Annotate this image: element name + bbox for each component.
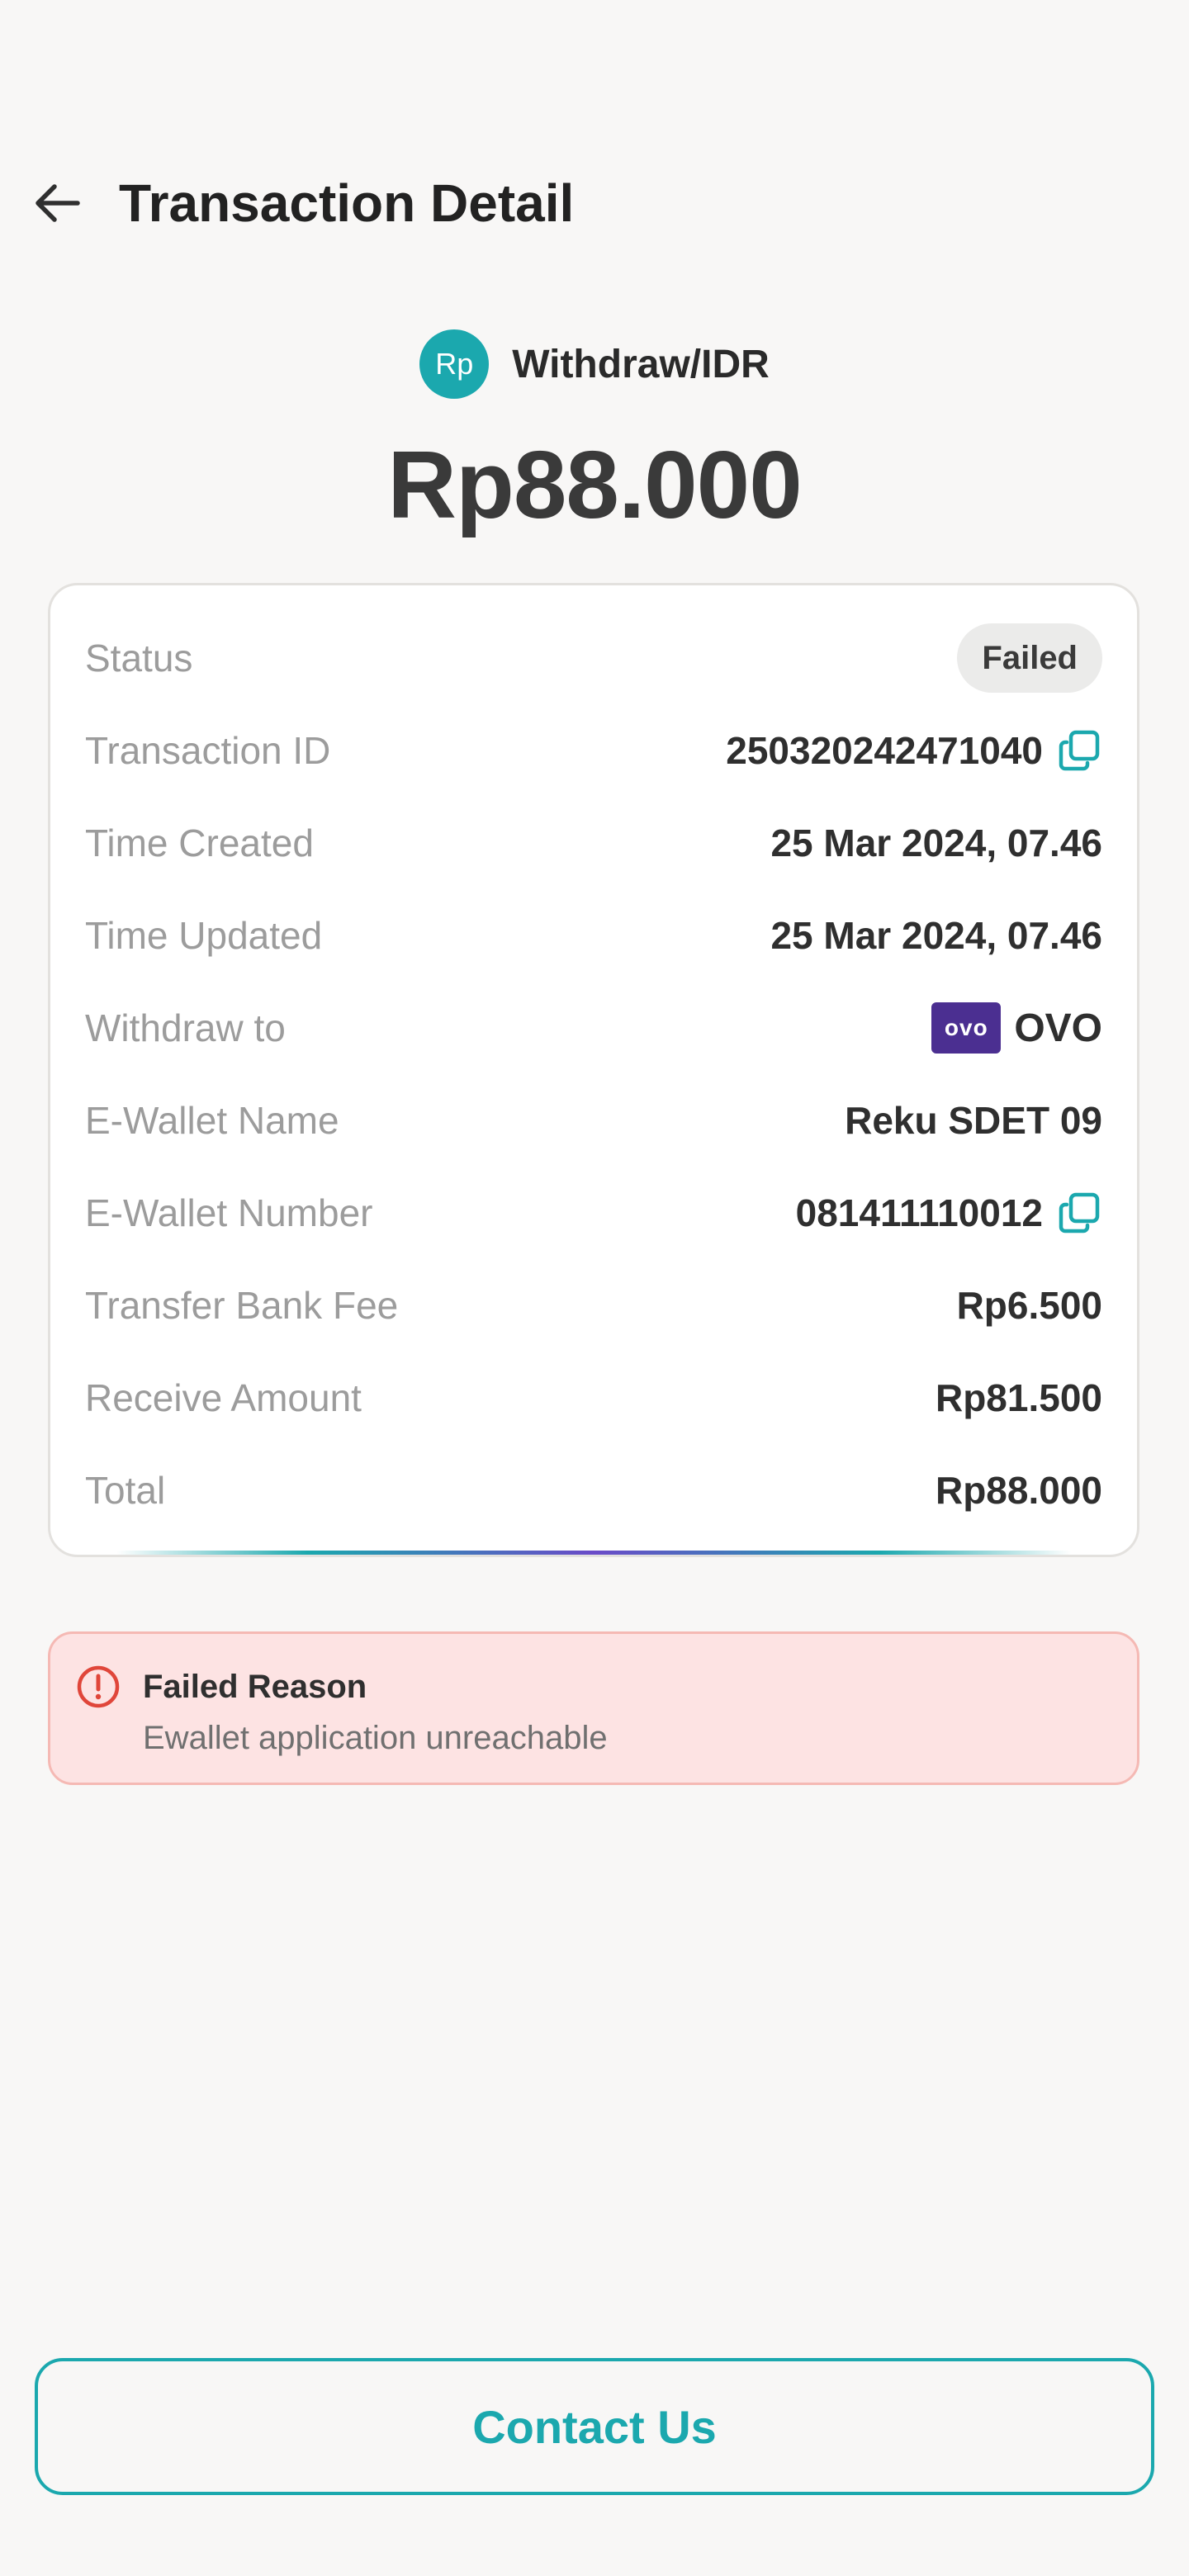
detail-label: Transaction ID — [85, 729, 331, 772]
ewallet-number-value: 081411110012 — [795, 1191, 1043, 1234]
page-title: Transaction Detail — [119, 173, 575, 233]
detail-row-status: Status Failed — [85, 617, 1102, 699]
total-value: Rp88.000 — [935, 1469, 1102, 1512]
failed-reason-box: Failed Reason Ewallet application unreac… — [48, 1631, 1139, 1785]
transaction-detail-card: Status Failed Transaction ID 25032024247… — [48, 583, 1139, 1557]
copy-icon — [1059, 730, 1100, 771]
detail-row-withdraw-to: Withdraw to ovo OVO — [85, 987, 1102, 1069]
detail-value-group: 081411110012 — [796, 1190, 1102, 1236]
currency-badge: Rp — [419, 329, 490, 399]
back-button[interactable] — [25, 170, 91, 236]
failed-reason-text: Ewallet application unreachable — [143, 1720, 608, 1756]
copy-transaction-id-button[interactable] — [1056, 727, 1102, 774]
detail-row-total: Total Rp88.000 — [85, 1449, 1102, 1532]
transaction-type-label: Withdraw/IDR — [512, 342, 770, 386]
transaction-amount: Rp88.000 — [387, 431, 802, 538]
withdraw-destination: ovo OVO — [931, 1002, 1102, 1054]
detail-label: E-Wallet Name — [85, 1099, 339, 1142]
detail-value-group: 250320242471040 — [726, 727, 1102, 774]
status-badge: Failed — [957, 623, 1102, 693]
app-header: Transaction Detail — [0, 162, 1189, 244]
detail-row-ewallet-name: E-Wallet Name Reku SDET 09 — [85, 1079, 1102, 1162]
copy-ewallet-number-button[interactable] — [1056, 1190, 1102, 1236]
detail-label: Status — [85, 637, 193, 680]
transaction-type: Rp Withdraw/IDR — [0, 327, 1189, 401]
failed-reason-title: Failed Reason — [143, 1669, 367, 1705]
detail-label: Receive Amount — [85, 1376, 362, 1419]
detail-label: Time Created — [85, 822, 314, 864]
detail-label: E-Wallet Number — [85, 1191, 373, 1234]
ewallet-name-value: Reku SDET 09 — [845, 1099, 1102, 1142]
copy-icon — [1059, 1192, 1100, 1234]
ovo-logo: ovo — [931, 1002, 1002, 1054]
withdraw-to-value: OVO — [1014, 1006, 1102, 1050]
detail-row-time-created: Time Created 25 Mar 2024, 07.46 — [85, 802, 1102, 884]
detail-row-transfer-fee: Transfer Bank Fee Rp6.500 — [85, 1264, 1102, 1347]
time-updated-value: 25 Mar 2024, 07.46 — [770, 914, 1102, 957]
contact-us-button[interactable]: Contact Us — [35, 2358, 1154, 2495]
detail-row-ewallet-number: E-Wallet Number 081411110012 — [85, 1172, 1102, 1254]
alert-circle-icon — [77, 1665, 120, 1708]
detail-row-receive-amount: Receive Amount Rp81.500 — [85, 1357, 1102, 1439]
detail-label: Transfer Bank Fee — [85, 1284, 399, 1327]
detail-row-time-updated: Time Updated 25 Mar 2024, 07.46 — [85, 894, 1102, 977]
detail-label: Total — [85, 1469, 166, 1512]
arrow-left-icon — [36, 184, 80, 222]
time-created-value: 25 Mar 2024, 07.46 — [770, 822, 1102, 864]
receive-amount-value: Rp81.500 — [935, 1376, 1102, 1419]
transaction-id-value: 250320242471040 — [726, 729, 1043, 772]
detail-label: Withdraw to — [85, 1006, 286, 1049]
transfer-fee-value: Rp6.500 — [956, 1284, 1102, 1327]
detail-label: Time Updated — [85, 914, 323, 957]
detail-row-transaction-id: Transaction ID 250320242471040 — [85, 709, 1102, 792]
